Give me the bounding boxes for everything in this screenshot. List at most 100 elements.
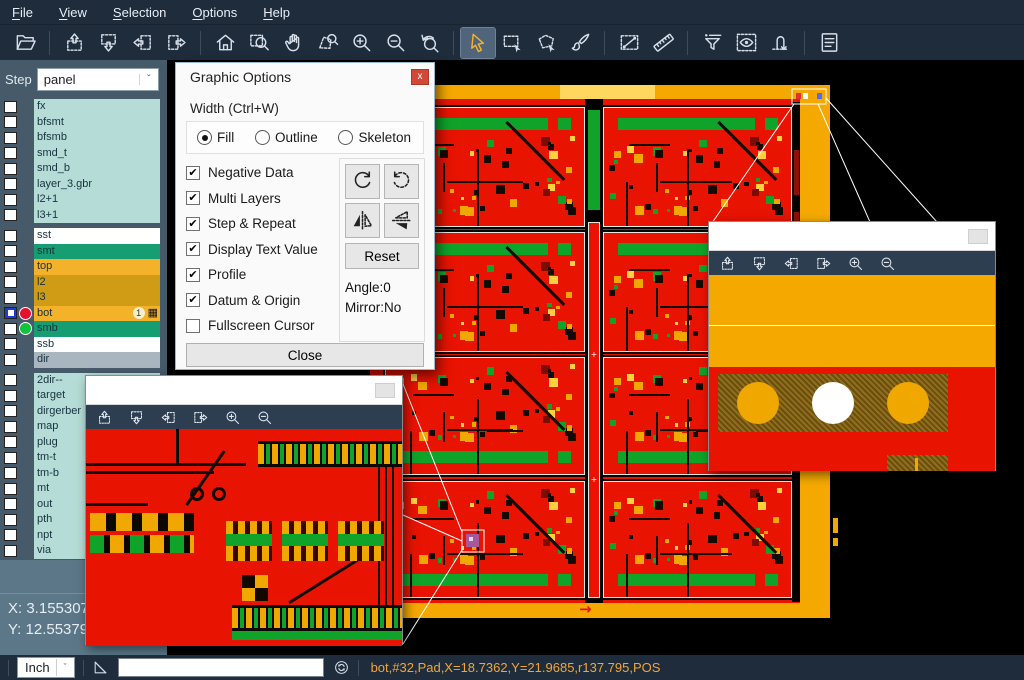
tool-zoom-window[interactable] [242,28,276,58]
layer-row-smb[interactable]: smb [0,321,167,337]
layer-visibility-checkbox[interactable] [4,374,17,386]
popup-tool-pan-right[interactable] [192,409,209,426]
layer-visibility-checkbox[interactable] [4,323,17,335]
popup-tool-pan-down[interactable] [751,255,768,272]
popup-tool-pan-left[interactable] [783,255,800,272]
step-select[interactable]: panel ˇ [37,68,159,91]
tool-select-arrow[interactable] [461,28,495,58]
layer-row-top[interactable]: top [0,259,167,275]
menu-selection[interactable]: Selection [113,5,166,20]
layer-row-bot[interactable]: bot1▦ [0,306,167,322]
layer-visibility-checkbox[interactable] [4,245,17,257]
rot-cw-button[interactable] [345,164,380,199]
tool-view-options[interactable] [729,28,763,58]
layer-visibility-checkbox[interactable] [4,467,17,479]
layer-visibility-checkbox[interactable] [4,483,17,495]
tool-zoom-out[interactable] [378,28,412,58]
tool-brush[interactable] [563,28,597,58]
layer-row-dir[interactable]: dir [0,352,167,368]
layer-visibility-checkbox[interactable] [4,230,17,242]
checkbox-negative-data[interactable]: ✔Negative Data [186,160,336,186]
layer-visibility-checkbox[interactable] [4,390,17,402]
popup-menu-button[interactable] [375,383,395,398]
tool-pan-right[interactable] [159,28,193,58]
checkbox-step-repeat[interactable]: ✔Step & Repeat [186,211,336,237]
checkbox-display-text-value[interactable]: ✔Display Text Value [186,237,336,263]
layer-visibility-checkbox[interactable] [4,545,17,557]
layer-visibility-checkbox[interactable] [4,194,17,206]
layer-row-smd_b[interactable]: smd_b [0,161,167,177]
layer-visibility-checkbox[interactable] [4,276,17,288]
layer-visibility-checkbox[interactable] [4,292,17,304]
layer-visibility-checkbox[interactable] [4,209,17,221]
dialog-title-bar[interactable]: Graphic Options [176,63,434,91]
layer-visibility-checkbox[interactable] [4,147,17,159]
menu-view[interactable]: View [59,5,87,20]
tool-zoom-in[interactable] [344,28,378,58]
layer-row-sst[interactable]: sst [0,228,167,244]
radio-outline[interactable]: Outline [255,130,318,145]
layer-visibility-checkbox[interactable] [4,338,17,350]
unit-select[interactable]: Inch ˇ [17,657,75,678]
layer-visibility-checkbox[interactable] [4,436,17,448]
popup-tool-pan-left[interactable] [160,409,177,426]
radio-fill[interactable]: Fill [197,130,234,145]
close-button[interactable]: Close [186,343,424,367]
tool-select-poly[interactable] [529,28,563,58]
menu-help[interactable]: Help [263,5,290,20]
popup-title-bar[interactable] [709,222,995,251]
layer-visibility-checkbox[interactable] [4,116,17,128]
command-input[interactable] [118,658,324,677]
tool-report[interactable] [812,28,846,58]
popup-viewport-fiducial[interactable] [709,275,995,471]
layer-row-smt[interactable]: smt [0,244,167,260]
layer-visibility-checkbox[interactable] [4,163,17,175]
menu-options[interactable]: Options [192,5,237,20]
checkbox-datum-origin[interactable]: ✔Datum & Origin [186,288,336,314]
layer-visibility-checkbox[interactable] [4,421,17,433]
refresh-icon[interactable] [333,659,350,676]
layer-visibility-checkbox[interactable] [4,354,17,366]
popup-tool-pan-up[interactable] [96,409,113,426]
layer-visibility-checkbox[interactable] [4,405,17,417]
layer-visibility-checkbox[interactable] [4,498,17,510]
flip-h-button[interactable] [345,203,380,238]
snap-angle-icon[interactable] [92,659,109,676]
reset-button[interactable]: Reset [345,243,419,269]
tool-zoom-back[interactable] [412,28,446,58]
layer-row-bfsmb[interactable]: bfsmb [0,130,167,146]
popup-tool-pan-up[interactable] [719,255,736,272]
popup-viewport-detail[interactable] [86,429,402,646]
tool-pan-left[interactable] [125,28,159,58]
popup-menu-button[interactable] [968,229,988,244]
layer-visibility-checkbox[interactable] [4,101,17,113]
tool-pan-down[interactable] [91,28,125,58]
checkbox-multi-layers[interactable]: ✔Multi Layers [186,186,336,212]
layer-visibility-checkbox[interactable] [4,529,17,541]
tool-select-rect[interactable] [495,28,529,58]
tool-highlight-net[interactable] [763,28,797,58]
tool-pan-up[interactable] [57,28,91,58]
tool-zoom-obj[interactable] [310,28,344,58]
popup-tool-pan-down[interactable] [128,409,145,426]
checkbox-fullscreen-cursor[interactable]: Fullscreen Cursor [186,313,336,339]
checkbox-profile[interactable]: ✔Profile [186,262,336,288]
layer-visibility-checkbox[interactable] [4,307,17,319]
layer-row-l3[interactable]: l3 [0,290,167,306]
tool-open[interactable] [8,28,42,58]
tool-home[interactable] [208,28,242,58]
popup-tool-zoom-in[interactable] [847,255,864,272]
tool-pan-hand[interactable] [276,28,310,58]
layer-visibility-checkbox[interactable] [4,514,17,526]
layer-row-layer_3.gbr[interactable]: layer_3.gbr [0,177,167,193]
tool-ruler[interactable] [646,28,680,58]
layer-row-l3+1[interactable]: l3+1 [0,208,167,224]
layer-visibility-checkbox[interactable] [4,178,17,190]
menu-file[interactable]: File [12,5,33,20]
flip-v-button[interactable] [384,203,419,238]
layer-visibility-checkbox[interactable] [4,452,17,464]
layer-row-smd_t[interactable]: smd_t [0,146,167,162]
layer-row-ssb[interactable]: ssb [0,337,167,353]
popup-tool-zoom-out[interactable] [256,409,273,426]
layer-visibility-checkbox[interactable] [4,132,17,144]
